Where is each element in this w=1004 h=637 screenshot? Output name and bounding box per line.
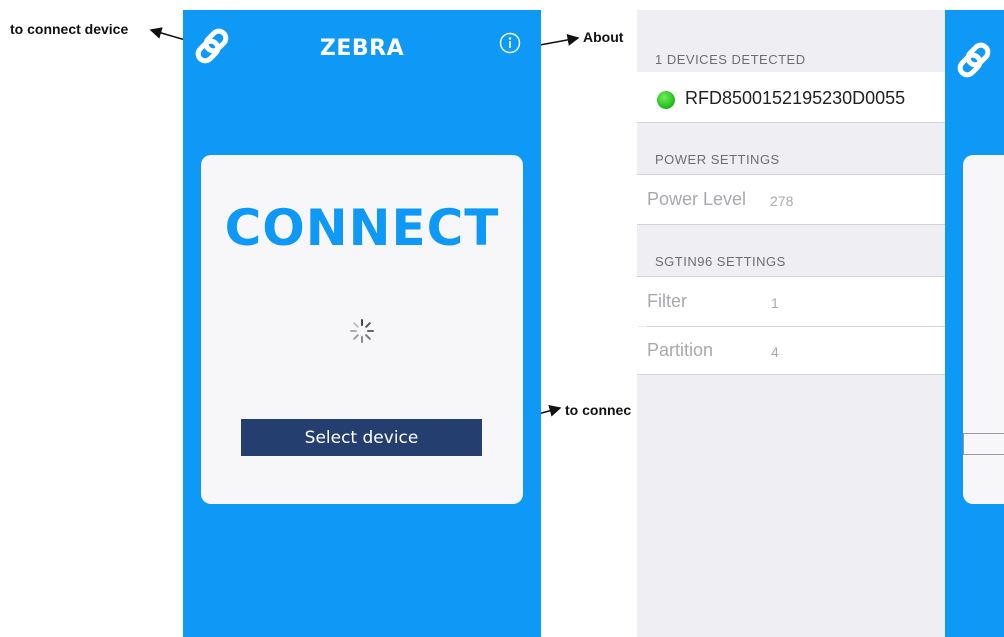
divider [637, 122, 945, 123]
divider [637, 224, 945, 225]
connected-status-icon [657, 91, 675, 109]
sgtin96-settings-header: SGTIN96 SETTINGS [655, 254, 786, 269]
connect-screen-partial [945, 10, 1004, 637]
power-settings-header: POWER SETTINGS [655, 152, 780, 167]
device-settings-screen: 1 DEVICES DETECTED RFD8500152195230D0055… [637, 10, 945, 637]
device-name: RFD8500152195230D0055 [685, 88, 906, 108]
select-device-button[interactable]: Select device [241, 419, 482, 456]
devices-detected-header: 1 DEVICES DETECTED [655, 52, 806, 67]
divider [637, 374, 945, 375]
connect-card: CONNECT Select device [201, 155, 523, 504]
app-title: ZEBRA [319, 36, 405, 61]
connect-heading: CONNECT [224, 199, 500, 257]
partition-row[interactable]: Partition 4 [637, 327, 945, 374]
filter-label: Filter [647, 291, 687, 311]
partition-value[interactable]: 4 [771, 344, 779, 360]
connect-screen: ZEBRA CONNECT Select device [183, 10, 541, 637]
filter-value[interactable]: 1 [771, 295, 779, 311]
power-level-label: Power Level [647, 189, 747, 209]
link-icon[interactable] [953, 38, 997, 87]
power-level-row[interactable]: Power Level 278 [637, 175, 945, 224]
select-device-button-partial[interactable] [963, 433, 1004, 455]
info-icon[interactable] [499, 32, 521, 59]
partition-label: Partition [647, 340, 714, 360]
loading-spinner-icon [349, 318, 375, 349]
filter-row[interactable]: Filter 1 [637, 277, 945, 326]
device-row[interactable]: RFD8500152195230D0055 [637, 72, 945, 122]
power-level-value[interactable]: 278 [770, 193, 793, 209]
